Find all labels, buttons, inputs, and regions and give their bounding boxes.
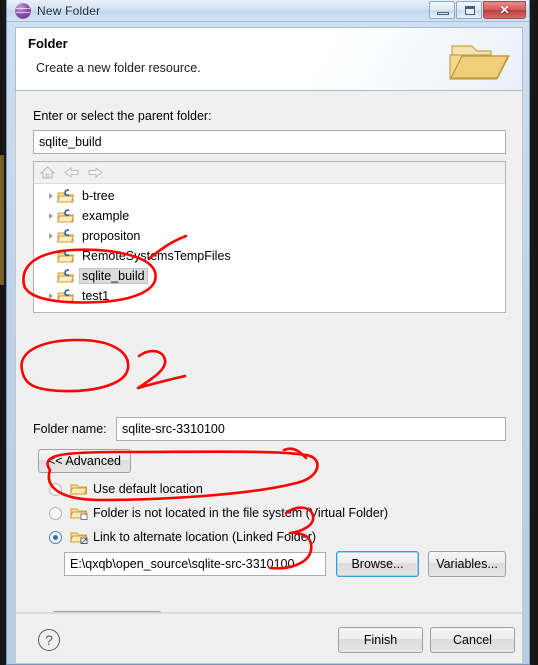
c-project-folder-icon (56, 248, 75, 264)
dialog-footer: ? Finish Cancel https://blog.csdn.net/pf… (15, 612, 523, 664)
radio-linked-folder[interactable] (49, 530, 62, 544)
virtual-folder-icon (69, 506, 88, 520)
tree-item-example[interactable]: example (34, 206, 505, 226)
tree-item-b-tree[interactable]: b-tree (34, 186, 505, 206)
tree-expand-arrow-icon[interactable] (44, 213, 57, 219)
back-arrow-icon[interactable] (63, 165, 80, 180)
tree-item-propositon[interactable]: propositon (34, 226, 505, 246)
c-project-folder-icon (56, 288, 75, 304)
help-button[interactable]: ? (38, 629, 60, 651)
tree-item-label: b-tree (82, 189, 115, 203)
maximize-button[interactable] (456, 1, 482, 19)
page-title: Folder (28, 36, 68, 51)
tree-item-sqlite-build[interactable]: sqlite_build (34, 266, 505, 286)
tree-expand-arrow-icon[interactable] (44, 193, 57, 199)
variables-button[interactable]: Variables... (428, 551, 506, 577)
linked-folder-icon (69, 530, 88, 544)
radio-virtual-folder[interactable] (49, 506, 62, 520)
radio-use-default-location[interactable] (49, 482, 62, 496)
cancel-button[interactable]: Cancel (430, 627, 515, 653)
dialog-body: Enter or select the parent folder: sqlit… (15, 91, 523, 637)
parent-folder-label: Enter or select the parent folder: (33, 109, 212, 123)
close-button[interactable]: ✕ (483, 1, 526, 19)
radio-label-linked-folder: Link to alternate location (Linked Folde… (93, 530, 317, 544)
browse-button[interactable]: Browse... (336, 551, 419, 577)
folder-name-input[interactable] (116, 417, 506, 441)
title-bar[interactable]: New Folder ✕ (7, 0, 529, 22)
home-icon[interactable] (39, 165, 56, 180)
maximize-icon (465, 6, 475, 15)
tree-item-label: example (82, 209, 130, 223)
tree-toolbar (34, 162, 505, 184)
wizard-header: Folder Create a new folder resource. (15, 27, 523, 91)
c-project-folder-icon (56, 268, 75, 284)
tree-item-remotesystemstempfiles[interactable]: RemoteSystemsTempFiles (34, 246, 505, 266)
minimize-button[interactable] (429, 1, 455, 19)
linked-location-input[interactable] (64, 552, 326, 576)
minimize-icon (437, 12, 449, 15)
tree-item-test1[interactable]: test1 (34, 286, 505, 306)
folder-tree-panel[interactable]: b-tree example propositon RemoteSystemsTemp… (33, 161, 506, 313)
close-icon: ✕ (499, 3, 510, 17)
finish-button[interactable]: Finish (338, 627, 423, 653)
radio-row-use-default-location[interactable]: Use default location (49, 482, 203, 496)
footer-divider (16, 613, 522, 614)
radio-row-linked-folder[interactable]: Link to alternate location (Linked Folde… (49, 530, 316, 544)
advanced-toggle-button[interactable]: << Advanced (38, 449, 131, 473)
tree-item-label: sqlite_build (79, 268, 148, 284)
desktop-backdrop-accent (0, 155, 4, 285)
folder-tree-list[interactable]: b-tree example propositon RemoteSystemsTemp… (34, 184, 505, 312)
tree-expand-arrow-icon[interactable] (44, 233, 57, 239)
c-project-folder-icon (56, 208, 75, 224)
c-project-folder-icon (56, 228, 75, 244)
folder-banner-icon (449, 45, 510, 80)
page-description: Create a new folder resource. (36, 61, 201, 75)
c-project-folder-icon (56, 188, 75, 204)
eclipse-sphere-icon (15, 2, 31, 19)
folder-name-label: Folder name: (33, 422, 107, 436)
radio-label-use-default-location: Use default location (93, 482, 203, 496)
forward-arrow-icon[interactable] (87, 165, 104, 180)
window-title: New Folder (37, 3, 101, 18)
new-folder-dialog: New Folder ✕ Folder Create a new folder … (6, 0, 530, 665)
tree-item-label: propositon (82, 229, 141, 243)
radio-label-virtual-folder: Folder is not located in the file system… (93, 506, 389, 520)
tree-item-label: test1 (82, 289, 110, 303)
window-controls: ✕ (429, 1, 527, 19)
tree-item-label: RemoteSystemsTempFiles (82, 249, 231, 263)
parent-folder-input[interactable] (33, 130, 506, 154)
tree-expand-arrow-icon[interactable] (44, 293, 57, 299)
folder-icon (69, 482, 88, 496)
radio-row-virtual-folder[interactable]: Folder is not located in the file system… (49, 506, 388, 520)
